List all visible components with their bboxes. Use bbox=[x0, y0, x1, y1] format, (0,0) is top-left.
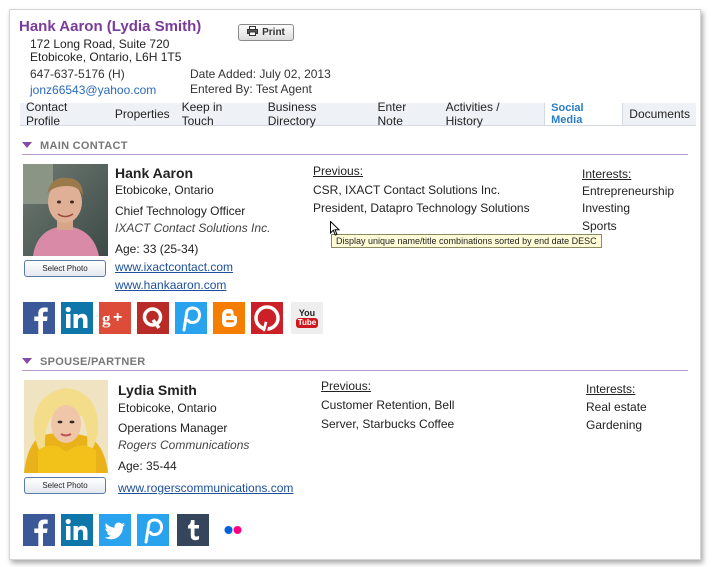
facebook-icon[interactable] bbox=[23, 302, 55, 334]
spouse-name: Lydia Smith bbox=[118, 382, 197, 398]
tab-bar: Contact Profile Properties Keep in Touch… bbox=[20, 100, 696, 128]
flickr-icon[interactable] bbox=[217, 514, 249, 546]
main-select-photo-button[interactable]: Select Photo bbox=[24, 260, 106, 277]
spouse-interests-label: Interests: bbox=[586, 382, 636, 396]
spouse-website-link[interactable]: www.rogerscommunications.com bbox=[118, 481, 293, 495]
main-contact-job-title: Chief Technology Officer bbox=[115, 204, 246, 218]
pinterest-p-icon[interactable] bbox=[137, 514, 169, 546]
main-contact-name: Hank Aaron bbox=[115, 165, 194, 181]
phone-number: 647-637-5176 (H) bbox=[30, 67, 125, 81]
main-contact-section-header[interactable]: MAIN CONTACT bbox=[22, 140, 688, 155]
main-interest-item: Entrepreneurship bbox=[582, 184, 675, 198]
facebook-icon[interactable] bbox=[23, 514, 55, 546]
spouse-interest-item: Gardening bbox=[586, 418, 643, 432]
date-added: Date Added: July 02, 2013 bbox=[190, 67, 331, 81]
spouse-section-header[interactable]: SPOUSE/PARTNER bbox=[22, 356, 688, 371]
print-label: Print bbox=[262, 27, 285, 38]
printer-icon bbox=[247, 26, 259, 39]
main-previous-label: Previous: bbox=[313, 164, 364, 178]
svg-text:g: g bbox=[102, 309, 111, 328]
blogger-icon[interactable] bbox=[213, 302, 245, 334]
quora-icon[interactable] bbox=[137, 302, 169, 334]
youtube-icon[interactable]: You Tube bbox=[291, 302, 323, 334]
tab-documents[interactable]: Documents bbox=[623, 103, 696, 125]
tumblr-icon[interactable] bbox=[177, 514, 209, 546]
svg-text:+: + bbox=[113, 309, 122, 326]
collapse-triangle-icon bbox=[22, 358, 32, 364]
collapse-triangle-icon bbox=[22, 142, 32, 148]
address-line-1: 172 Long Road, Suite 720 bbox=[30, 37, 170, 51]
main-contact-title: MAIN CONTACT bbox=[40, 140, 128, 152]
spouse-company: Rogers Communications bbox=[118, 438, 250, 452]
tab-business-directory[interactable]: Business Directory bbox=[262, 100, 372, 128]
linkedin-icon[interactable] bbox=[61, 302, 93, 334]
tab-social-media[interactable]: Social Media bbox=[544, 102, 624, 126]
google-plus-icon[interactable]: g + bbox=[99, 302, 131, 334]
previous-tooltip: Display unique name/title combinations s… bbox=[331, 234, 602, 248]
main-contact-photo bbox=[23, 164, 108, 256]
linkedin-icon[interactable] bbox=[61, 514, 93, 546]
tab-contact-profile[interactable]: Contact Profile bbox=[20, 100, 109, 128]
main-previous-item: President, Datapro Technology Solutions bbox=[313, 201, 530, 215]
pinterest-p-icon[interactable] bbox=[175, 302, 207, 334]
spouse-previous-item: Server, Starbucks Coffee bbox=[321, 417, 455, 431]
main-contact-age: Age: 33 (25-34) bbox=[115, 242, 199, 256]
main-interest-item: Investing bbox=[582, 201, 631, 215]
mouse-cursor-icon bbox=[330, 220, 341, 241]
contact-window: Hank Aaron (Lydia Smith) 172 Long Road, … bbox=[9, 9, 701, 560]
youtube-you-text: You bbox=[298, 308, 316, 318]
spouse-previous-label: Previous: bbox=[321, 379, 372, 393]
spouse-previous-item: Customer Retention, Bell bbox=[321, 398, 455, 412]
tab-activities-history[interactable]: Activities / History bbox=[440, 100, 545, 128]
youtube-tube-text: Tube bbox=[295, 318, 319, 328]
email-link[interactable]: jonz66543@yahoo.com bbox=[30, 83, 156, 97]
pinterest-icon[interactable] bbox=[251, 302, 283, 334]
address-line-2: Etobicoke, Ontario, L6H 1T5 bbox=[30, 50, 182, 64]
contact-name-heading: Hank Aaron (Lydia Smith) bbox=[19, 18, 202, 35]
tab-keep-in-touch[interactable]: Keep in Touch bbox=[176, 100, 262, 128]
main-interest-item: Sports bbox=[582, 219, 617, 233]
main-contact-city: Etobicoke, Ontario bbox=[115, 183, 214, 197]
main-contact-website-link[interactable]: www.ixactcontact.com bbox=[115, 260, 233, 274]
spouse-section-title: SPOUSE/PARTNER bbox=[40, 356, 146, 368]
tab-properties[interactable]: Properties bbox=[109, 103, 176, 125]
spouse-select-photo-button[interactable]: Select Photo bbox=[24, 477, 106, 494]
main-previous-item: CSR, IXACT Contact Solutions Inc. bbox=[313, 183, 501, 197]
print-button[interactable]: Print bbox=[238, 24, 294, 41]
spouse-job-title: Operations Manager bbox=[118, 421, 228, 435]
spouse-photo bbox=[24, 380, 108, 473]
spouse-age: Age: 35-44 bbox=[118, 459, 177, 473]
entered-by: Entered By: Test Agent bbox=[190, 82, 312, 96]
spouse-interest-item: Real estate bbox=[586, 400, 647, 414]
main-interests-label: Interests: bbox=[582, 167, 632, 181]
main-contact-company: IXACT Contact Solutions Inc. bbox=[115, 221, 271, 235]
tab-enter-note[interactable]: Enter Note bbox=[372, 100, 440, 128]
twitter-icon[interactable] bbox=[99, 514, 131, 546]
main-contact-personal-link[interactable]: www.hankaaron.com bbox=[115, 278, 226, 292]
spouse-city: Etobicoke, Ontario bbox=[118, 401, 217, 415]
